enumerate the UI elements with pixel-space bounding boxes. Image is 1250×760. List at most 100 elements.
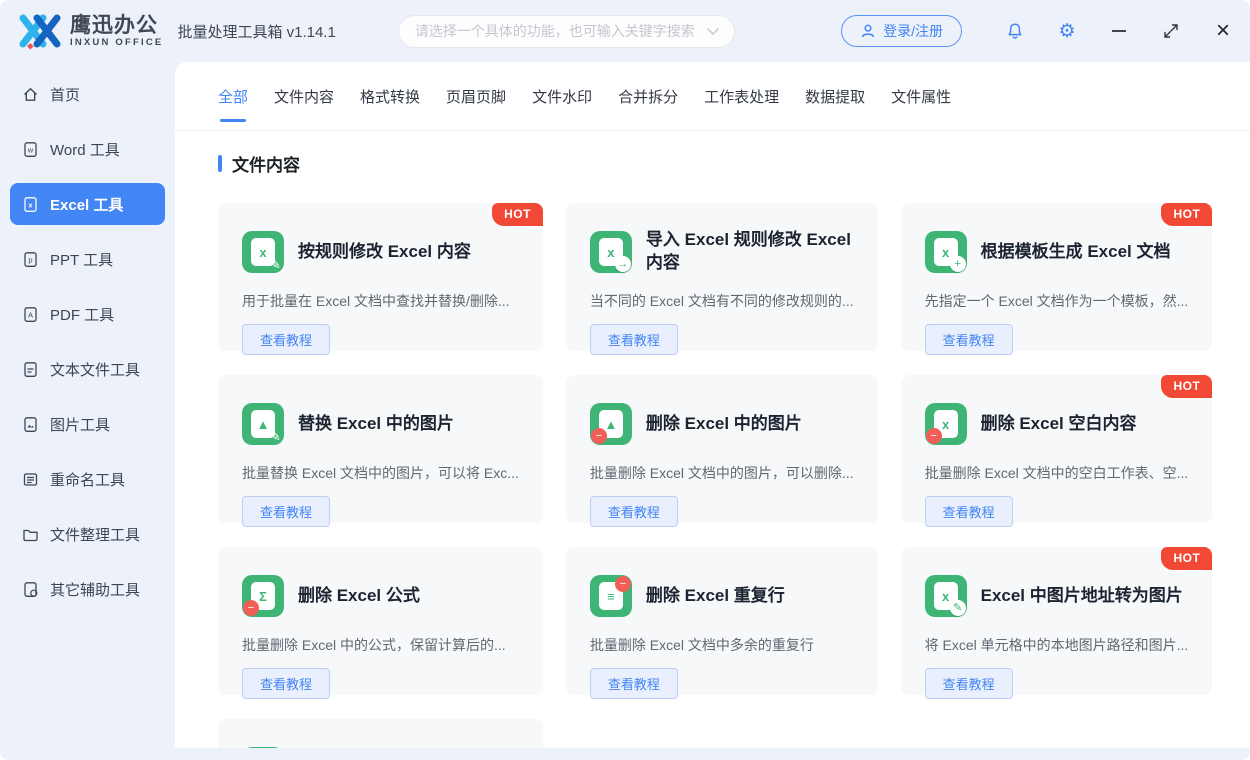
notifications-button[interactable] <box>1000 16 1030 46</box>
chevron-down-icon <box>707 27 719 35</box>
tab-all[interactable]: 全部 <box>218 62 248 130</box>
search-input[interactable] <box>397 14 735 48</box>
app-header: 鹰迅办公 INXUN OFFICE 批量处理工具箱 v1.14.1 登录/注册 <box>0 0 1250 62</box>
tab-worksheet[interactable]: 工作表处理 <box>704 62 779 130</box>
sidebar-item-text-file-tools[interactable]: 文本文件工具 <box>10 348 165 390</box>
view-tutorial-button[interactable]: 查看教程 <box>589 324 678 355</box>
sidebar-item-label: Word 工具 <box>50 141 120 159</box>
tool-card-delete-excel-duplicate-rows[interactable]: ≡ − 删除 Excel 重复行 批量删除 Excel 文档中多余的重复行 查看… <box>565 547 878 699</box>
sidebar-item-excel-tools[interactable]: x Excel 工具 <box>10 183 165 225</box>
tool-card-delete-excel-blank[interactable]: HOT x − 删除 Excel 空白内容 批量删除 Excel 文档中的空白工… <box>900 375 1213 527</box>
svg-text:w: w <box>27 145 34 154</box>
tool-card-excel-image-url-to-image[interactable]: HOT x ✎ Excel 中图片地址转为图片 将 Excel 单元格中的本地图… <box>900 547 1213 699</box>
card-title: 替换 Excel 中的图片 <box>298 413 454 433</box>
replace-excel-image-icon: ▲ ✎ <box>242 403 284 445</box>
view-tutorial-button[interactable]: 查看教程 <box>242 668 331 699</box>
card-title: 根据模板生成 Excel 文档 <box>980 241 1171 261</box>
sidebar-item-other-tools[interactable]: 其它辅助工具 <box>10 568 165 610</box>
excel-tool-icon <box>242 747 284 748</box>
sidebar-item-file-organize-tools[interactable]: 文件整理工具 <box>10 513 165 555</box>
pdf-doc-icon: A <box>24 306 37 322</box>
tool-card-import-rules-excel[interactable]: x → 导入 Excel 规则修改 Excel 内容 当不同的 Excel 文档… <box>565 203 878 355</box>
sidebar-item-rename-tools[interactable]: 重命名工具 <box>10 458 165 500</box>
tab-file-props[interactable]: 文件属性 <box>891 62 951 130</box>
sidebar-item-label: 文件整理工具 <box>50 526 141 544</box>
delete-excel-duplicate-rows-icon: ≡ − <box>589 575 632 617</box>
login-register-label: 登录/注册 <box>883 23 943 39</box>
card-description: 当不同的 Excel 文档有不同的修改规则的... <box>589 293 854 309</box>
view-tutorial-button[interactable]: 查看教程 <box>242 496 331 527</box>
arrow-badge: → <box>614 256 631 272</box>
view-tutorial-button[interactable]: 查看教程 <box>924 668 1013 699</box>
tool-card-delete-excel-formula[interactable]: Σ − 删除 Excel 公式 批量删除 Excel 中的公式，保留计算后的..… <box>218 547 543 699</box>
brand-name-cn: 鹰迅办公 <box>70 13 158 37</box>
sidebar-item-ppt-tools[interactable]: p PPT 工具 <box>10 238 165 280</box>
word-doc-icon: w <box>24 141 37 157</box>
hot-badge: HOT <box>1161 203 1213 226</box>
section-header: 文件内容 <box>218 151 1250 176</box>
hot-badge: HOT <box>492 203 543 226</box>
function-search-select[interactable] <box>397 14 735 48</box>
card-title: 删除 Excel 空白内容 <box>980 413 1137 433</box>
shield-doc-icon <box>24 581 38 597</box>
view-tutorial-button[interactable]: 查看教程 <box>924 496 1013 527</box>
tab-data-extract[interactable]: 数据提取 <box>805 62 865 130</box>
rule-edit-excel-icon: x ✎ <box>242 231 284 273</box>
login-register-button[interactable]: 登录/注册 <box>841 15 962 47</box>
view-tutorial-button[interactable]: 查看教程 <box>589 496 678 527</box>
sidebar-item-label: Excel 工具 <box>50 196 124 214</box>
sidebar-item-label: PPT 工具 <box>50 251 114 269</box>
folder-icon <box>23 529 38 541</box>
view-tutorial-button[interactable]: 查看教程 <box>924 324 1013 355</box>
tab-merge-split[interactable]: 合并拆分 <box>618 62 678 130</box>
card-title: 删除 Excel 公式 <box>298 585 420 605</box>
tool-card-replace-excel-image[interactable]: ▲ ✎ 替换 Excel 中的图片 批量替换 Excel 文档中的图片，可以将 … <box>218 375 543 527</box>
sidebar-item-image-tools[interactable]: 图片工具 <box>10 403 165 445</box>
sidebar-item-pdf-tools[interactable]: A PDF 工具 <box>10 293 165 335</box>
minimize-button[interactable] <box>1104 16 1134 46</box>
hot-badge: HOT <box>1161 547 1213 570</box>
settings-button[interactable]: ⚙ <box>1052 16 1082 46</box>
tool-card-delete-excel-image[interactable]: ▲ − 删除 Excel 中的图片 批量删除 Excel 文档中的图片，可以删除… <box>565 375 878 527</box>
sidebar-item-word-tools[interactable]: w Word 工具 <box>10 128 165 170</box>
tab-format-convert[interactable]: 格式转换 <box>360 62 420 130</box>
tool-card-rule-edit-excel[interactable]: HOT x ✎ 按规则修改 Excel 内容 用于批量在 Excel 文档中查找… <box>218 203 543 355</box>
close-button[interactable]: × <box>1208 16 1238 46</box>
sidebar-item-label: 其它辅助工具 <box>50 581 141 599</box>
tab-watermark[interactable]: 文件水印 <box>532 62 592 130</box>
sidebar: 首页 w Word 工具 x Excel 工具 p PPT 工具 A PDF 工… <box>0 62 175 760</box>
view-tutorial-button[interactable]: 查看教程 <box>589 668 678 699</box>
header-actions: 登录/注册 ⚙ × <box>841 15 1238 47</box>
minimize-icon <box>1112 30 1126 32</box>
card-description: 先指定一个 Excel 文档作为一个模板，然... <box>924 293 1189 309</box>
maximize-button[interactable] <box>1156 16 1186 46</box>
home-icon <box>24 87 37 101</box>
pencil-badge: ✎ <box>269 428 281 444</box>
pencil-badge: ✎ <box>269 256 281 272</box>
category-tabs: 全部 文件内容 格式转换 页眉页脚 文件水印 合并拆分 工作表处理 数据提取 文… <box>175 62 1250 131</box>
card-description: 批量删除 Excel 文档中的空白工作表、空... <box>924 465 1189 481</box>
image-doc-icon <box>24 416 37 432</box>
view-tutorial-button[interactable]: 查看教程 <box>242 324 331 355</box>
sidebar-item-label: 首页 <box>50 86 81 104</box>
template-generate-excel-icon: x + <box>924 231 967 273</box>
section-title: 文件内容 <box>232 156 300 175</box>
tool-card-template-generate-excel[interactable]: HOT x + 根据模板生成 Excel 文档 先指定一个 Excel 文档作为… <box>900 203 1213 355</box>
delete-excel-image-icon: ▲ − <box>589 403 632 445</box>
tab-file-content[interactable]: 文件内容 <box>274 62 334 130</box>
import-rules-excel-icon: x → <box>589 231 632 273</box>
tool-card-partial[interactable] <box>218 719 543 748</box>
svg-text:A: A <box>28 310 33 319</box>
app-title: 批量处理工具箱 v1.14.1 <box>177 23 336 41</box>
card-description: 批量删除 Excel 文档中多余的重复行 <box>589 637 814 653</box>
sidebar-item-label: PDF 工具 <box>50 306 115 324</box>
tab-header-footer[interactable]: 页眉页脚 <box>446 62 506 130</box>
rename-icon <box>23 472 38 486</box>
brand-name-en: INXUN OFFICE <box>70 37 164 49</box>
sidebar-item-home[interactable]: 首页 <box>10 73 165 115</box>
section-accent-bar <box>218 155 222 172</box>
minus-badge: − <box>243 600 259 616</box>
card-description: 用于批量在 Excel 文档中查找并替换/删除... <box>242 293 510 309</box>
gear-icon: ⚙ <box>1058 20 1076 42</box>
sidebar-item-label: 文本文件工具 <box>50 361 141 379</box>
